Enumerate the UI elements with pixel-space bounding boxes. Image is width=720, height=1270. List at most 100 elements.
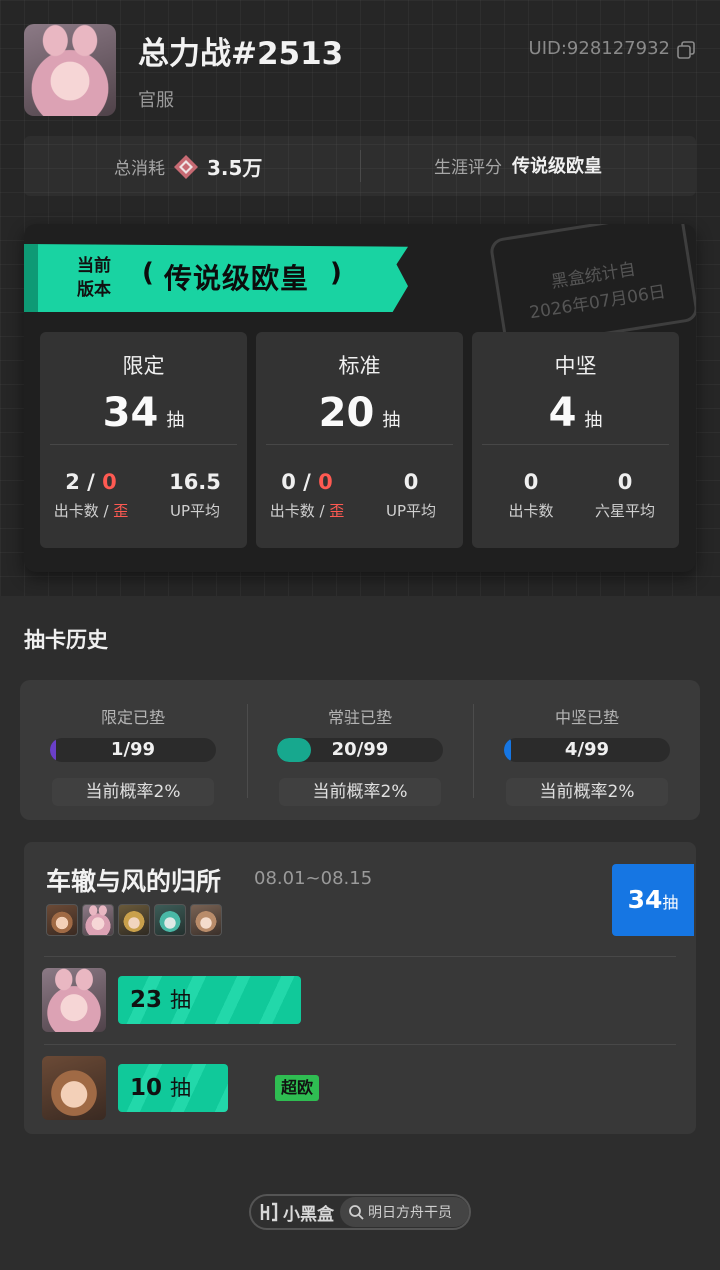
stat-box-limited: 限定 34 抽 2 / 0 出卡数 / 歪 16.5 UP平均: [40, 332, 247, 548]
stat-obtained: 2 / 0 出卡数 / 歪: [46, 470, 136, 521]
lucky-badge: 超欧: [275, 1075, 320, 1101]
laurel-left-icon: (: [142, 258, 154, 288]
featured-operators: [46, 904, 222, 936]
pull-count-bar: 10 抽: [118, 1064, 228, 1112]
pity-progress-text: 20/99: [331, 739, 389, 760]
up-average-label: UP平均: [169, 502, 221, 520]
stat-count-unit: 抽: [584, 410, 603, 431]
pity-rate: 当前概率2%: [506, 778, 668, 806]
up-average-value: 0: [403, 470, 419, 494]
pity-core: 中坚已垫 4/99 当前概率2%: [474, 680, 700, 820]
pool-dates: 08.01~08.15: [254, 868, 373, 889]
current-version-label: 当前 版本: [72, 254, 116, 302]
operator-avatar[interactable]: [42, 1056, 106, 1120]
pull-unit: 抽: [170, 1076, 192, 1100]
stat-count-unit: 抽: [382, 410, 401, 431]
obtained-count: 0: [523, 470, 539, 494]
off-banner-label: 歪: [329, 502, 345, 520]
search-icon: [349, 1205, 364, 1220]
version-stats-card: 黑盒统计自 2026年07月06日 当前 版本 ( 传说级欧皇 ) 限定 34 抽…: [24, 224, 696, 572]
six-star-average-label: 六星平均: [594, 502, 655, 520]
off-banner-count: 0: [102, 470, 117, 494]
laurel-right-icon: ): [330, 258, 342, 288]
total-spend-label: 总消耗: [114, 159, 165, 179]
career-rating: 生涯评分 传说级欧皇: [434, 152, 602, 178]
heybox-brand: 小黑盒: [283, 1204, 334, 1225]
stat-count: 20 抽: [256, 390, 463, 436]
stat-box-core: 中坚 4抽 0 出卡数 0 六星平均: [472, 332, 679, 548]
pull-record-row[interactable]: 10 抽 超欧: [42, 1056, 672, 1120]
server-name: 官服: [138, 90, 174, 111]
stat-count-number: 4: [548, 390, 577, 436]
profile-avatar[interactable]: [24, 24, 116, 116]
pool-divider: [44, 1044, 676, 1045]
pull-count-bar: 23 抽: [118, 976, 301, 1024]
pool-total-number: 34: [627, 885, 663, 914]
heybox-logo: 小黑盒: [251, 1200, 334, 1225]
off-banner-label: 歪: [113, 502, 129, 520]
pool-total-unit: 抽: [662, 893, 679, 912]
pity-card: 限定已垫 1/99 当前概率2% 常驻已垫 20/99 当前概率2% 中坚已垫 …: [20, 680, 700, 820]
featured-operator-avatar[interactable]: [154, 904, 186, 936]
featured-operator-avatar[interactable]: [190, 904, 222, 936]
stat-six-star-average: 0 六星平均: [580, 470, 670, 521]
featured-operator-avatar[interactable]: [82, 904, 114, 936]
banner-rating-title: 传说级欧皇: [164, 262, 310, 295]
stat-divider: [266, 444, 453, 445]
pull-record-row[interactable]: 23 抽: [42, 968, 672, 1032]
stat-obtained: 0 出卡数: [486, 470, 576, 521]
pool-record-card[interactable]: 车辙与风的归所 08.01~08.15 34抽 23 抽 10 抽 超欧: [24, 842, 696, 1134]
total-spend: 总消耗 3.5万: [114, 152, 262, 181]
up-average-value: 16.5: [169, 470, 221, 494]
banner-tail: [24, 244, 38, 312]
stat-count: 4抽: [472, 390, 679, 436]
copy-icon[interactable]: [677, 41, 695, 59]
total-spend-value: 3.5万: [207, 156, 263, 180]
pity-limited: 限定已垫 1/99 当前概率2%: [20, 680, 246, 820]
career-rating-value: 传说级欧皇: [512, 156, 602, 177]
stat-divider: [482, 444, 669, 445]
obtained-count: 0: [281, 470, 296, 494]
stat-box-standard: 标准 20 抽 0 / 0 出卡数 / 歪 0 UP平均: [256, 332, 463, 548]
featured-operator-avatar[interactable]: [118, 904, 150, 936]
stat-up-average: 16.5 UP平均: [150, 470, 240, 521]
stat-count-number: 34: [102, 390, 159, 436]
pity-progress-bar: 1/99: [50, 738, 216, 762]
stat-title: 标准: [338, 354, 381, 378]
obtained-label: 出卡数 /: [269, 502, 330, 520]
pity-progress-text: 1/99: [110, 739, 156, 760]
six-star-average-value: 0: [617, 470, 633, 494]
stat-count-unit: 抽: [166, 410, 185, 431]
obtained-label: 出卡数: [508, 502, 554, 520]
obtained-separator: /: [79, 470, 103, 494]
obtained-separator: /: [295, 470, 319, 494]
history-title: 抽卡历史: [24, 628, 108, 652]
pull-count: 10: [130, 1075, 163, 1101]
current-version-line2: 版本: [77, 280, 111, 300]
pity-progress-text: 4/99: [564, 739, 610, 760]
pity-label: 中坚已垫: [554, 708, 619, 727]
footer-search[interactable]: 明日方舟干员: [340, 1197, 469, 1227]
career-rating-label: 生涯评分: [434, 157, 502, 178]
pool-divider: [44, 956, 676, 957]
off-banner-count: 0: [318, 470, 333, 494]
stat-title: 限定: [122, 354, 165, 378]
pity-standard: 常驻已垫 20/99 当前概率2%: [247, 680, 473, 820]
pity-rate: 当前概率2%: [52, 778, 214, 806]
orundum-icon: [174, 154, 198, 179]
uid-text: UID:928127932: [528, 38, 670, 59]
pull-unit: 抽: [170, 988, 192, 1012]
pool-total-badge: 34抽: [612, 864, 694, 936]
summary-strip: 总消耗 3.5万 生涯评分 传说级欧皇: [24, 136, 696, 196]
pity-progress-bar: 4/99: [504, 738, 670, 762]
footer-watermark[interactable]: 小黑盒 明日方舟干员: [249, 1194, 471, 1230]
pity-rate: 当前概率2%: [279, 778, 441, 806]
footer-search-text: 明日方舟干员: [368, 1205, 452, 1221]
current-version-line1: 当前: [77, 256, 111, 276]
featured-operator-avatar[interactable]: [46, 904, 78, 936]
pool-name: 车辙与风的归所: [46, 867, 222, 896]
pity-progress-bar: 20/99: [277, 738, 443, 762]
operator-avatar[interactable]: [42, 968, 106, 1032]
stat-title: 中坚: [554, 354, 597, 378]
stat-obtained: 0 / 0 出卡数 / 歪: [262, 470, 352, 521]
